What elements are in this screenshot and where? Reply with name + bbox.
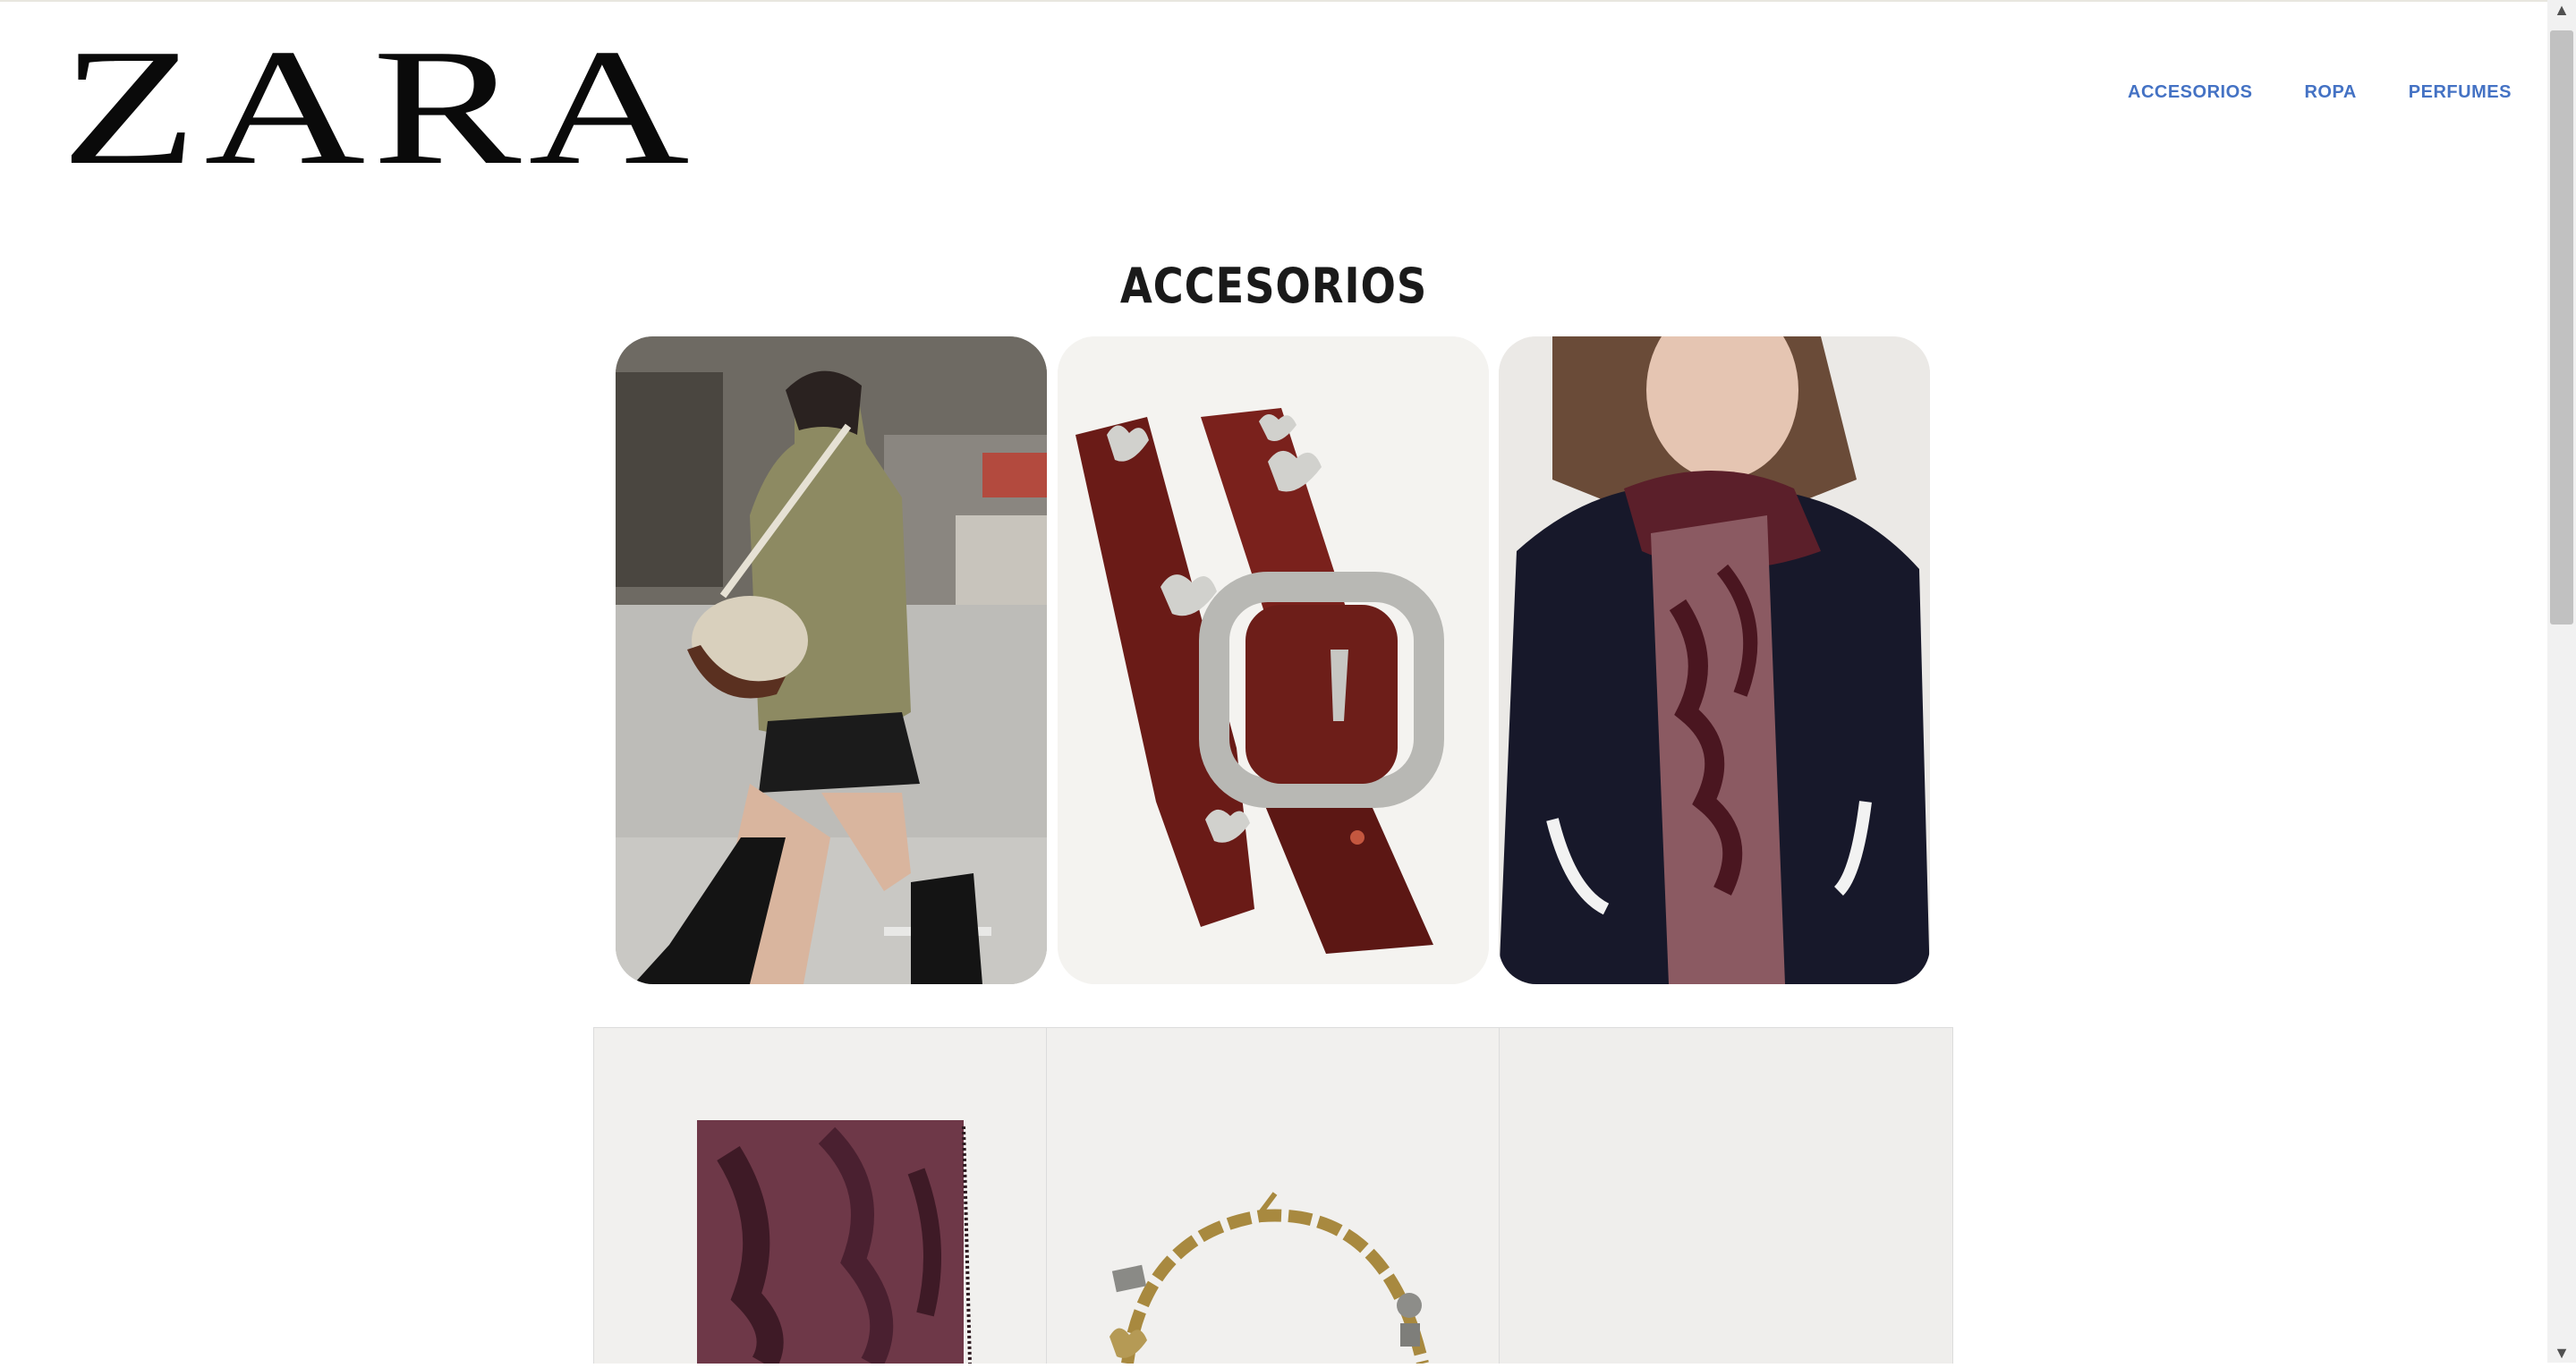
section-title: ACCESORIOS [1119, 258, 1428, 314]
main-nav: ACCESORIOS ROPA PERFUMES [2128, 82, 2512, 103]
empty-product-placeholder [1499, 1027, 1953, 1364]
nav-link-perfumes[interactable]: PERFUMES [2409, 82, 2512, 103]
scroll-down-icon[interactable]: ▼ [2547, 1343, 2576, 1363]
featured-card-scarf[interactable] [1499, 336, 1930, 984]
scroll-up-icon[interactable]: ▲ [2547, 0, 2576, 20]
zara-logo[interactable]: ZARA [61, 24, 697, 191]
vertical-scrollbar[interactable]: ▲ ▼ [2547, 0, 2576, 1363]
product-card-necklace[interactable] [1046, 1027, 1500, 1365]
featured-card-bag[interactable] [616, 336, 1047, 984]
woman-walking-with-bag-photo [616, 336, 1047, 984]
top-border [0, 0, 2547, 2]
burgundy-printed-scarf-model-photo [1499, 336, 1930, 984]
nav-link-accesorios[interactable]: ACCESORIOS [2128, 82, 2252, 103]
featured-card-belt[interactable] [1058, 336, 1489, 984]
gold-charm-necklace-product-photo [1109, 1192, 1429, 1365]
nav-link-ropa[interactable]: ROPA [2304, 82, 2356, 103]
product-card-scarf[interactable] [593, 1027, 1047, 1368]
burgundy-scarf-product-photo [697, 1120, 972, 1368]
burgundy-heart-stud-belt-photo [1058, 336, 1489, 984]
scrollbar-thumb[interactable] [2550, 30, 2573, 625]
